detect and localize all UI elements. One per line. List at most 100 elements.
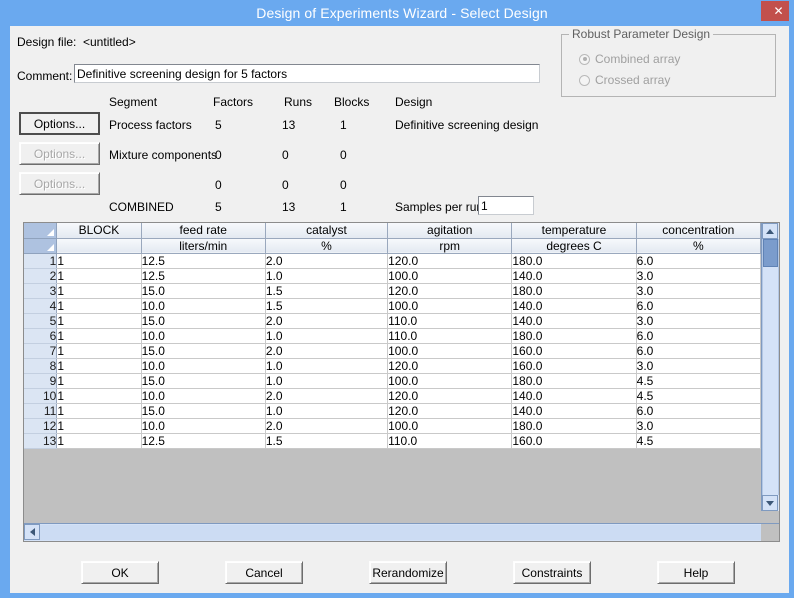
grid-cell[interactable]: 100.0 xyxy=(388,373,512,388)
grid-row-number[interactable]: 7 xyxy=(24,343,57,358)
grid-cell[interactable]: 1.5 xyxy=(265,283,387,298)
grid-row-number[interactable]: 9 xyxy=(24,373,57,388)
grid-cell[interactable]: 4.5 xyxy=(636,388,760,403)
scroll-up-icon[interactable] xyxy=(762,223,778,239)
comment-input[interactable] xyxy=(74,64,540,83)
grid-cell[interactable]: 4.5 xyxy=(636,373,760,388)
grid-unit-header[interactable]: % xyxy=(265,238,387,253)
grid-cell[interactable]: 110.0 xyxy=(388,328,512,343)
grid-row-number[interactable]: 6 xyxy=(24,328,57,343)
grid-cell[interactable]: 160.0 xyxy=(512,343,636,358)
samples-per-run-input[interactable] xyxy=(478,196,534,215)
grid-cell[interactable]: 180.0 xyxy=(512,373,636,388)
grid-row-number[interactable]: 2 xyxy=(24,268,57,283)
table-row[interactable]: 9115.01.0100.0180.04.5 xyxy=(24,373,761,388)
grid-cell[interactable]: 180.0 xyxy=(512,283,636,298)
grid-column-header[interactable]: feed rate xyxy=(141,223,265,238)
grid-cell[interactable]: 1 xyxy=(57,373,141,388)
grid-row-number[interactable]: 11 xyxy=(24,403,57,418)
grid-cell[interactable]: 6.0 xyxy=(636,298,760,313)
grid-cell[interactable]: 1 xyxy=(57,418,141,433)
grid-cell[interactable]: 2.0 xyxy=(265,343,387,358)
grid-cell[interactable]: 1.0 xyxy=(265,328,387,343)
grid-cell[interactable]: 15.0 xyxy=(141,403,265,418)
grid-cell[interactable]: 10.0 xyxy=(141,328,265,343)
grid-cell[interactable]: 12.5 xyxy=(141,433,265,448)
grid-cell[interactable]: 12.5 xyxy=(141,268,265,283)
grid-cell[interactable]: 10.0 xyxy=(141,298,265,313)
grid-cell[interactable]: 1.0 xyxy=(265,403,387,418)
grid-cell[interactable]: 1 xyxy=(57,388,141,403)
grid-corner-cell-top[interactable] xyxy=(24,223,57,238)
grid-cell[interactable]: 2.0 xyxy=(265,418,387,433)
rerandomize-button[interactable]: Rerandomize xyxy=(369,561,447,584)
grid-cell[interactable]: 1 xyxy=(57,343,141,358)
grid-cell[interactable]: 160.0 xyxy=(512,433,636,448)
grid-row-number[interactable]: 12 xyxy=(24,418,57,433)
grid-cell[interactable]: 140.0 xyxy=(512,388,636,403)
grid-row-number[interactable]: 3 xyxy=(24,283,57,298)
grid-cell[interactable]: 1 xyxy=(57,433,141,448)
grid-cell[interactable]: 6.0 xyxy=(636,343,760,358)
table-row[interactable]: 5115.02.0110.0140.03.0 xyxy=(24,313,761,328)
grid-cell[interactable]: 3.0 xyxy=(636,418,760,433)
grid-cell[interactable]: 120.0 xyxy=(388,403,512,418)
grid-cell[interactable]: 1 xyxy=(57,313,141,328)
grid-cell[interactable]: 10.0 xyxy=(141,358,265,373)
constraints-button[interactable]: Constraints xyxy=(513,561,591,584)
grid-cell[interactable]: 1 xyxy=(57,283,141,298)
grid-row-number[interactable]: 13 xyxy=(24,433,57,448)
grid-cell[interactable]: 1.5 xyxy=(265,433,387,448)
table-row[interactable]: 2112.51.0100.0140.03.0 xyxy=(24,268,761,283)
grid-horizontal-scrollbar[interactable] xyxy=(24,523,779,541)
table-row[interactable]: 8110.01.0120.0160.03.0 xyxy=(24,358,761,373)
grid-cell[interactable]: 100.0 xyxy=(388,418,512,433)
grid-column-header[interactable]: BLOCK xyxy=(57,223,141,238)
table-row[interactable]: 11115.01.0120.0140.06.0 xyxy=(24,403,761,418)
grid-column-header[interactable]: concentration xyxy=(636,223,760,238)
grid-cell[interactable]: 10.0 xyxy=(141,418,265,433)
grid-cell[interactable]: 15.0 xyxy=(141,343,265,358)
grid-cell[interactable]: 1.0 xyxy=(265,358,387,373)
grid-row-number[interactable]: 1 xyxy=(24,253,57,268)
grid-corner-cell-bottom[interactable] xyxy=(24,238,57,253)
table-row[interactable]: 3115.01.5120.0180.03.0 xyxy=(24,283,761,298)
grid-cell[interactable]: 15.0 xyxy=(141,373,265,388)
grid-cell[interactable]: 140.0 xyxy=(512,403,636,418)
grid-cell[interactable]: 140.0 xyxy=(512,268,636,283)
grid-cell[interactable]: 100.0 xyxy=(388,343,512,358)
table-row[interactable]: 7115.02.0100.0160.06.0 xyxy=(24,343,761,358)
grid-cell[interactable]: 120.0 xyxy=(388,358,512,373)
grid-row-number[interactable]: 4 xyxy=(24,298,57,313)
grid-cell[interactable]: 110.0 xyxy=(388,313,512,328)
horizontal-scroll-track[interactable] xyxy=(40,525,763,540)
grid-cell[interactable]: 120.0 xyxy=(388,388,512,403)
table-row[interactable]: 12110.02.0100.0180.03.0 xyxy=(24,418,761,433)
grid-cell[interactable]: 2.0 xyxy=(265,388,387,403)
grid-cell[interactable]: 6.0 xyxy=(636,403,760,418)
grid-row-number[interactable]: 5 xyxy=(24,313,57,328)
grid-cell[interactable]: 140.0 xyxy=(512,298,636,313)
grid-column-header[interactable]: catalyst xyxy=(265,223,387,238)
grid-cell[interactable]: 120.0 xyxy=(388,283,512,298)
grid-cell[interactable]: 180.0 xyxy=(512,418,636,433)
grid-cell[interactable]: 15.0 xyxy=(141,283,265,298)
grid-cell[interactable]: 1 xyxy=(57,268,141,283)
vertical-scroll-track[interactable] xyxy=(762,239,779,495)
grid-cell[interactable]: 6.0 xyxy=(636,328,760,343)
table-row[interactable]: 6110.01.0110.0180.06.0 xyxy=(24,328,761,343)
grid-cell[interactable]: 110.0 xyxy=(388,433,512,448)
grid-cell[interactable]: 180.0 xyxy=(512,253,636,268)
grid-cell[interactable]: 140.0 xyxy=(512,313,636,328)
grid-column-header[interactable]: temperature xyxy=(512,223,636,238)
options-button-process-factors[interactable]: Options... xyxy=(19,112,100,135)
grid-cell[interactable]: 180.0 xyxy=(512,328,636,343)
grid-cell[interactable]: 15.0 xyxy=(141,313,265,328)
grid-cell[interactable]: 100.0 xyxy=(388,298,512,313)
grid-cell[interactable]: 1.0 xyxy=(265,373,387,388)
grid-cell[interactable]: 1 xyxy=(57,403,141,418)
grid-cell[interactable]: 1 xyxy=(57,358,141,373)
grid-cell[interactable]: 2.0 xyxy=(265,253,387,268)
table-row[interactable]: 1112.52.0120.0180.06.0 xyxy=(24,253,761,268)
grid-cell[interactable]: 1.0 xyxy=(265,268,387,283)
